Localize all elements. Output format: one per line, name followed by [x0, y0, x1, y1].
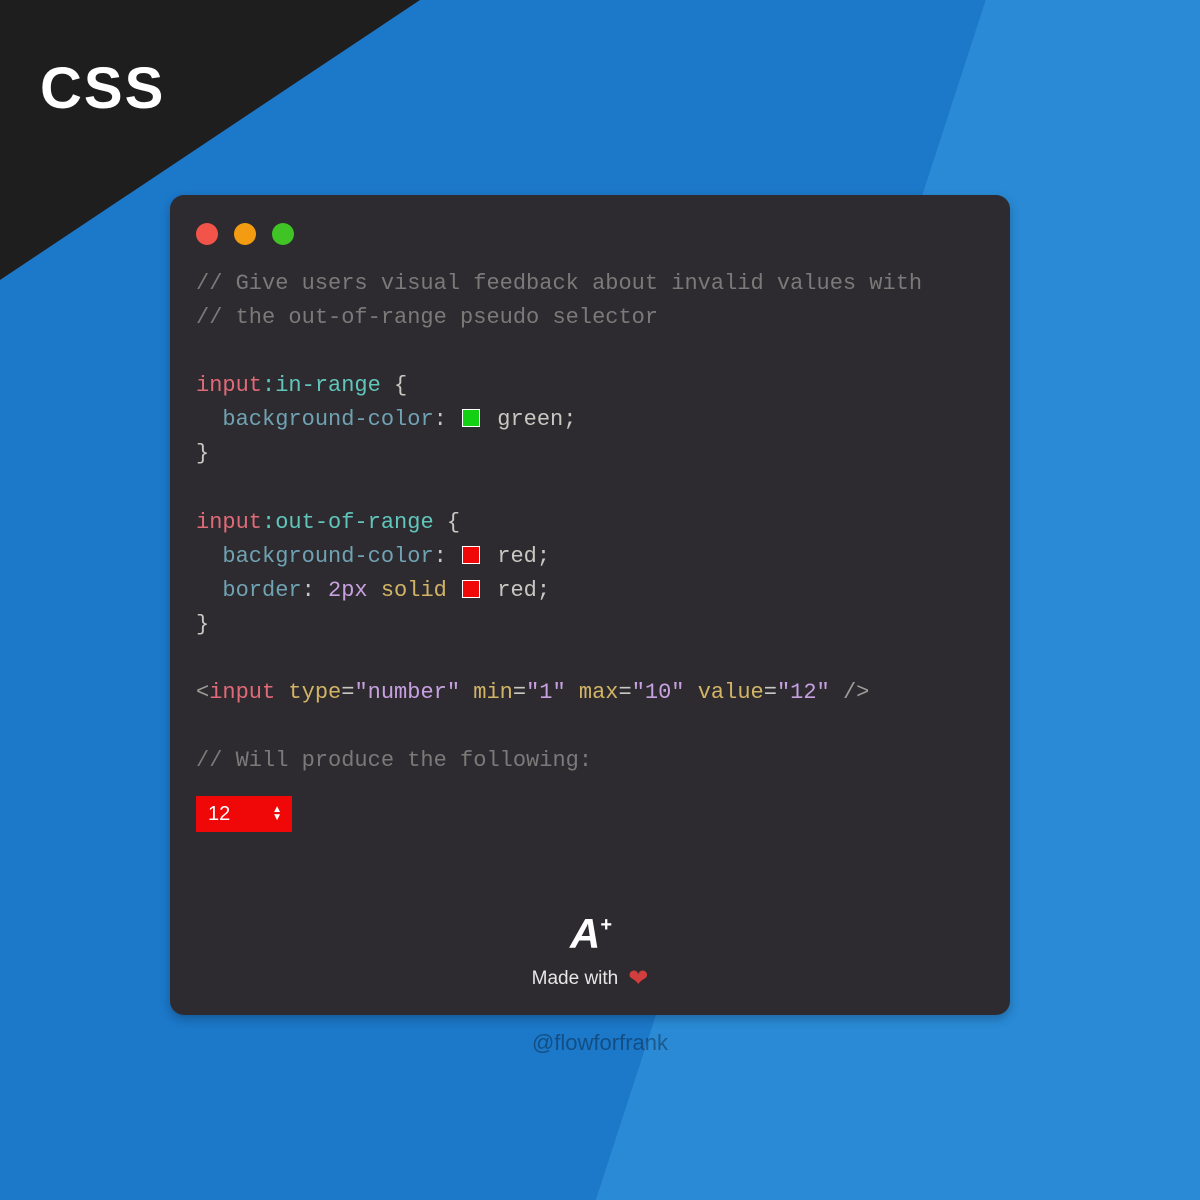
comment-line: // Give users visual feedback about inva… [196, 271, 922, 296]
maximize-icon[interactable] [272, 223, 294, 245]
heart-icon: ❤ [628, 964, 648, 993]
semicolon: ; [537, 544, 550, 569]
angle-bracket: < [196, 680, 209, 705]
html-attr: type [288, 680, 341, 705]
pseudo-selector: :out-of-range [262, 510, 434, 535]
brace: } [196, 612, 209, 637]
brace: } [196, 441, 209, 466]
semicolon: ; [537, 578, 550, 603]
window-footer: A + Made with ❤ [170, 910, 1010, 993]
css-value: red [497, 544, 537, 569]
html-attr-value: "10" [632, 680, 685, 705]
code-block: // Give users visual feedback about inva… [196, 267, 984, 778]
css-value-style: solid [381, 578, 447, 603]
angle-bracket: /> [830, 680, 870, 705]
comment-line: // the out-of-range pseudo selector [196, 305, 658, 330]
made-with-text: Made with [532, 968, 619, 990]
html-attr-value: "number" [354, 680, 460, 705]
brace: { [381, 373, 407, 398]
html-tag-name: input [209, 680, 275, 705]
brace: { [434, 510, 460, 535]
semicolon: ; [563, 407, 576, 432]
corner-label: CSS [40, 55, 165, 122]
minimize-icon[interactable] [234, 223, 256, 245]
comment-line: // Will produce the following: [196, 748, 592, 773]
color-swatch-red [462, 580, 480, 598]
html-attr: min [473, 680, 513, 705]
html-attr: value [698, 680, 764, 705]
logo: A + [570, 910, 610, 958]
number-stepper[interactable]: ▲ ▼ [272, 806, 282, 822]
code-window: // Give users visual feedback about inva… [170, 195, 1010, 1015]
css-property: border [222, 578, 301, 603]
colon: : [302, 578, 315, 603]
author-handle: @flowforfrank [0, 1030, 1200, 1056]
colon: : [434, 407, 447, 432]
colon: : [434, 544, 447, 569]
logo-plus: + [600, 914, 610, 937]
close-icon[interactable] [196, 223, 218, 245]
css-value-size: 2px [328, 578, 368, 603]
html-attr-value: "12" [777, 680, 830, 705]
logo-letter: A [570, 910, 598, 958]
window-controls [196, 223, 984, 245]
demo-input-value: 12 [208, 803, 230, 826]
color-swatch-red [462, 546, 480, 564]
color-swatch-green [462, 409, 480, 427]
css-value-color: red [497, 578, 537, 603]
css-property: background-color [222, 407, 433, 432]
selector: input [196, 510, 262, 535]
demo-number-input[interactable]: 12 ▲ ▼ [196, 796, 292, 832]
chevron-down-icon[interactable]: ▼ [272, 814, 282, 822]
pseudo-selector: :in-range [262, 373, 381, 398]
html-attr: max [579, 680, 619, 705]
selector: input [196, 373, 262, 398]
html-attr-value: "1" [526, 680, 566, 705]
css-property: background-color [222, 544, 433, 569]
made-with-line: Made with ❤ [532, 964, 649, 993]
css-value: green [497, 407, 563, 432]
